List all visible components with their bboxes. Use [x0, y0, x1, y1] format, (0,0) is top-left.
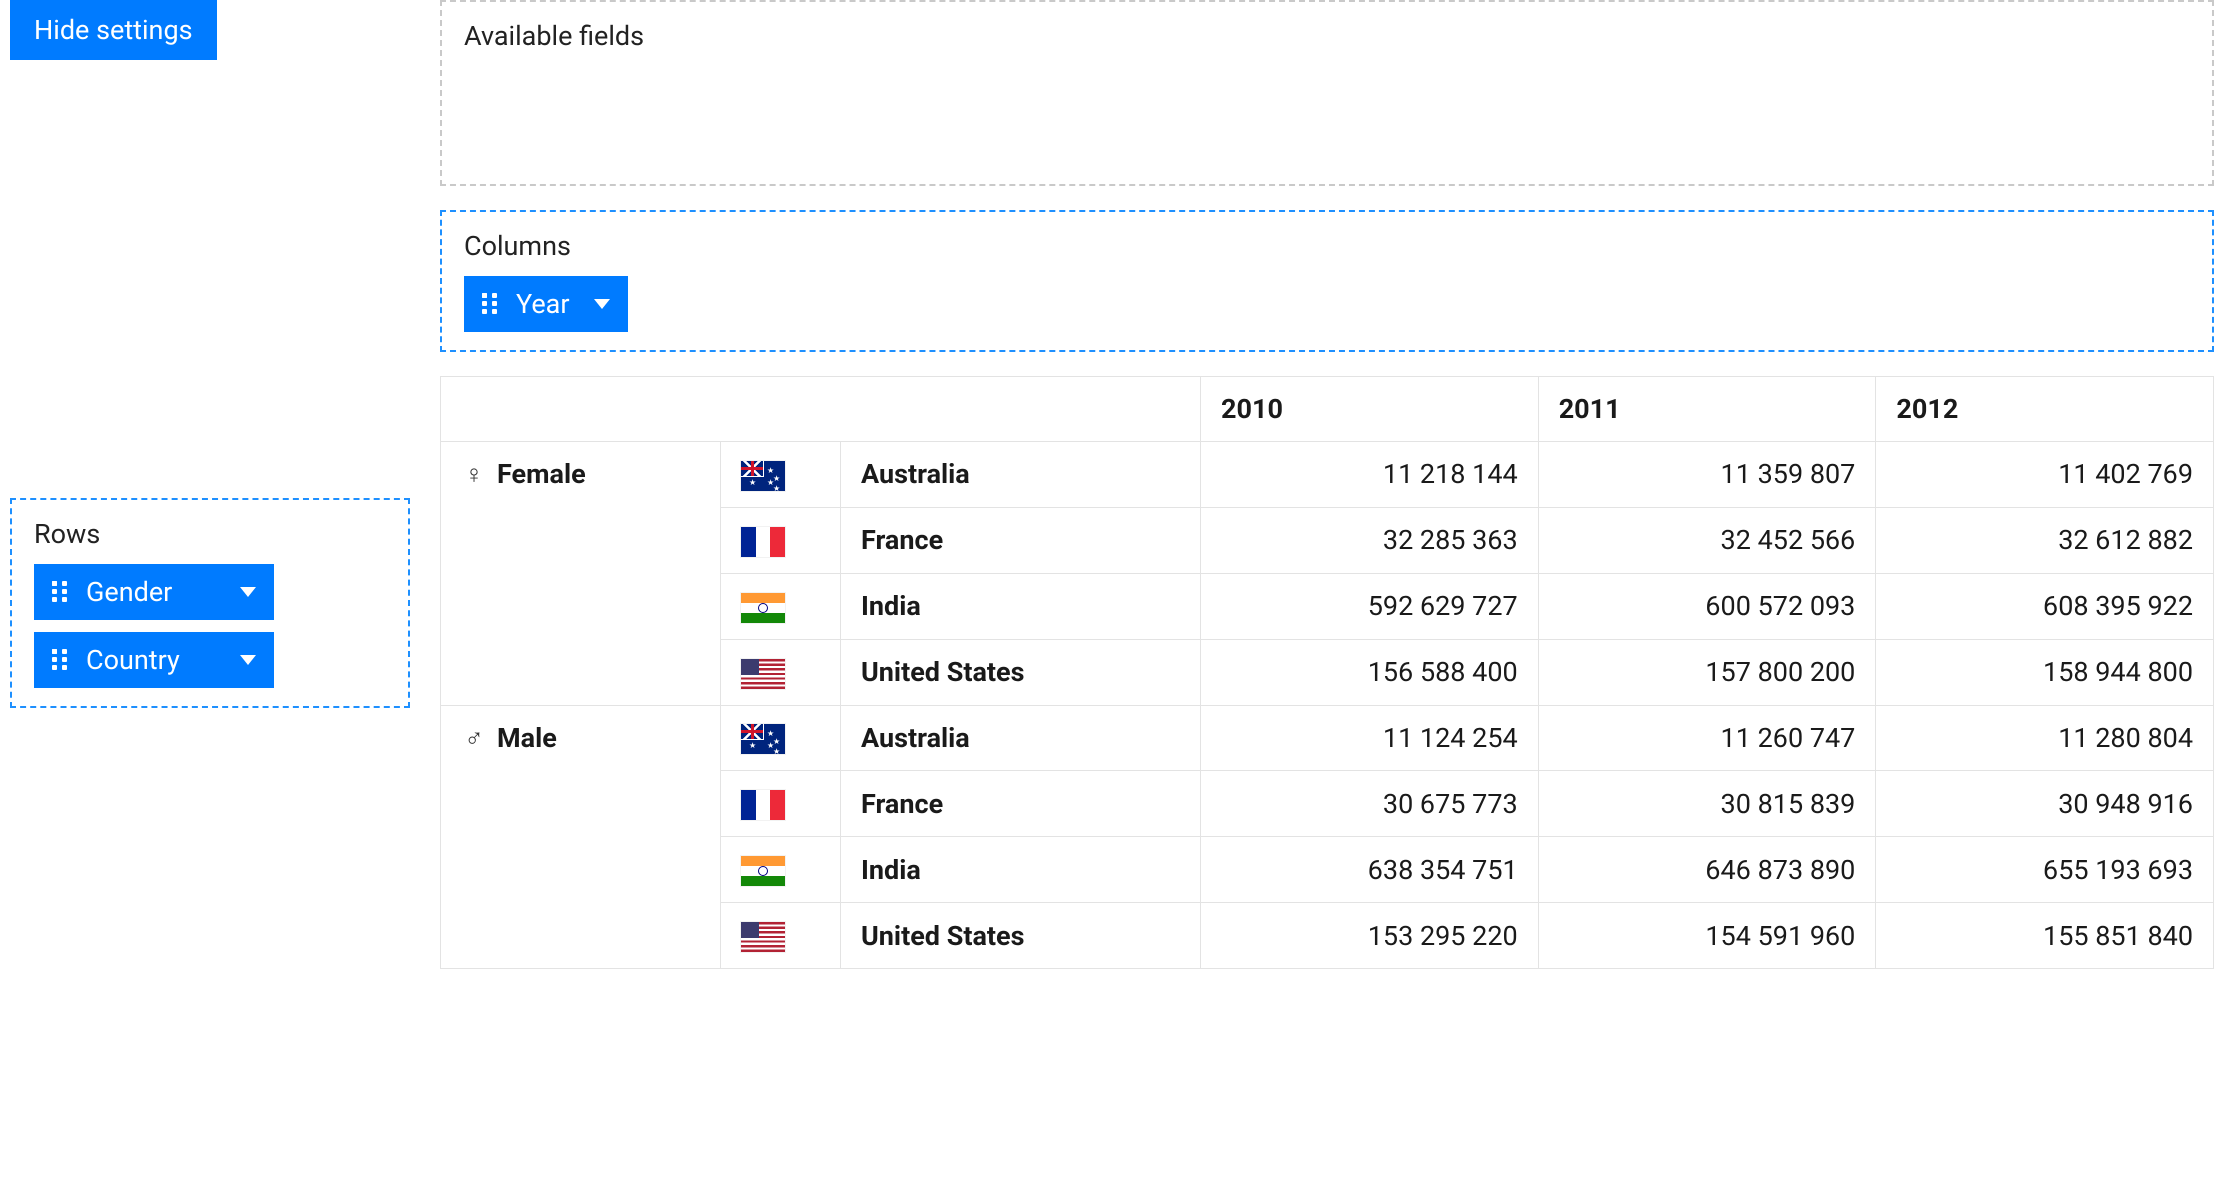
field-chip-label: Country — [86, 644, 216, 676]
us-flag-icon — [741, 659, 785, 689]
value-cell: 153 295 220 — [1201, 903, 1539, 969]
in-flag-icon — [741, 856, 785, 886]
value-cell: 11 280 804 — [1876, 705, 2214, 771]
country-cell[interactable]: France — [841, 771, 1201, 837]
value-cell: 32 452 566 — [1538, 507, 1876, 573]
rows-drop-zone[interactable]: Rows Gender Country — [10, 498, 410, 708]
value-cell: 32 285 363 — [1201, 507, 1539, 573]
column-header[interactable]: 2011 — [1538, 377, 1876, 442]
value-cell: 608 395 922 — [1876, 573, 2214, 639]
flag-cell — [721, 573, 841, 639]
us-flag-icon — [741, 922, 785, 952]
value-cell: 600 572 093 — [1538, 573, 1876, 639]
value-cell: 11 359 807 — [1538, 442, 1876, 508]
flag-cell — [721, 837, 841, 903]
value-cell: 30 815 839 — [1538, 771, 1876, 837]
pivot-table: 201020112012 ♀FemaleAustralia11 218 1441… — [440, 376, 2214, 969]
chevron-down-icon[interactable] — [240, 587, 256, 597]
pivot-header-row: 201020112012 — [441, 377, 2214, 442]
au-flag-icon — [741, 461, 785, 491]
country-cell[interactable]: Australia — [841, 705, 1201, 771]
available-fields-drop-zone[interactable]: Available fields — [440, 0, 2214, 186]
field-chip-label: Year — [516, 288, 570, 320]
flag-cell — [721, 705, 841, 771]
flag-cell — [721, 442, 841, 508]
table-row: ♀ Female Australia11 218 14411 359 80711 4… — [441, 442, 2214, 508]
country-cell[interactable]: United States — [841, 903, 1201, 969]
drag-grip-icon — [52, 581, 68, 603]
value-cell: 592 629 727 — [1201, 573, 1539, 639]
field-chip-country[interactable]: Country — [34, 632, 274, 688]
country-cell[interactable]: United States — [841, 639, 1201, 705]
columns-drop-zone[interactable]: Columns Year — [440, 210, 2214, 352]
flag-cell — [721, 639, 841, 705]
drag-grip-icon — [482, 293, 498, 315]
flag-cell — [721, 507, 841, 573]
flag-cell — [721, 903, 841, 969]
value-cell: 11 124 254 — [1201, 705, 1539, 771]
country-cell[interactable]: Australia — [841, 442, 1201, 508]
value-cell: 11 402 769 — [1876, 442, 2214, 508]
in-flag-icon — [741, 593, 785, 623]
value-cell: 156 588 400 — [1201, 639, 1539, 705]
field-chip-gender[interactable]: Gender — [34, 564, 274, 620]
rows-zone-title: Rows — [34, 518, 386, 550]
table-row: ♂ Male Australia11 124 25411 260 74711 280… — [441, 705, 2214, 771]
value-cell: 655 193 693 — [1876, 837, 2214, 903]
column-header[interactable]: 2010 — [1201, 377, 1539, 442]
columns-zone-title: Columns — [464, 230, 2190, 262]
value-cell: 32 612 882 — [1876, 507, 2214, 573]
hide-settings-button[interactable]: Hide settings — [10, 0, 217, 60]
field-chip-label: Gender — [86, 576, 216, 608]
country-cell[interactable]: France — [841, 507, 1201, 573]
female-icon: ♀ — [461, 459, 487, 490]
columns-chip-list: Year — [464, 276, 2190, 332]
value-cell: 157 800 200 — [1538, 639, 1876, 705]
field-chip-year[interactable]: Year — [464, 276, 628, 332]
value-cell: 154 591 960 — [1538, 903, 1876, 969]
value-cell: 158 944 800 — [1876, 639, 2214, 705]
rows-chip-list: Gender Country — [34, 564, 386, 688]
gender-row-header[interactable]: ♂ Male — [441, 705, 721, 969]
fr-flag-icon — [741, 790, 785, 820]
country-cell[interactable]: India — [841, 573, 1201, 639]
gender-row-header[interactable]: ♀ Female — [441, 442, 721, 706]
flag-cell — [721, 771, 841, 837]
pivot-table-head: 201020112012 — [441, 377, 2214, 442]
value-cell: 11 260 747 — [1538, 705, 1876, 771]
pivot-corner-cell — [441, 377, 1201, 442]
value-cell: 11 218 144 — [1201, 442, 1539, 508]
available-fields-title: Available fields — [464, 20, 2190, 52]
hide-settings-label: Hide settings — [34, 14, 193, 46]
gender-label: Female — [497, 458, 586, 490]
country-cell[interactable]: India — [841, 837, 1201, 903]
value-cell: 30 675 773 — [1201, 771, 1539, 837]
value-cell: 155 851 840 — [1876, 903, 2214, 969]
value-cell: 30 948 916 — [1876, 771, 2214, 837]
male-icon: ♂ — [461, 723, 487, 754]
au-flag-icon — [741, 724, 785, 754]
value-cell: 638 354 751 — [1201, 837, 1539, 903]
column-header[interactable]: 2012 — [1876, 377, 2214, 442]
drag-grip-icon — [52, 649, 68, 671]
fr-flag-icon — [741, 527, 785, 557]
gender-label: Male — [497, 722, 557, 754]
chevron-down-icon[interactable] — [240, 655, 256, 665]
value-cell: 646 873 890 — [1538, 837, 1876, 903]
chevron-down-icon[interactable] — [594, 299, 610, 309]
pivot-table-body: ♀FemaleAustralia11 218 14411 359 80711 4… — [441, 442, 2214, 969]
